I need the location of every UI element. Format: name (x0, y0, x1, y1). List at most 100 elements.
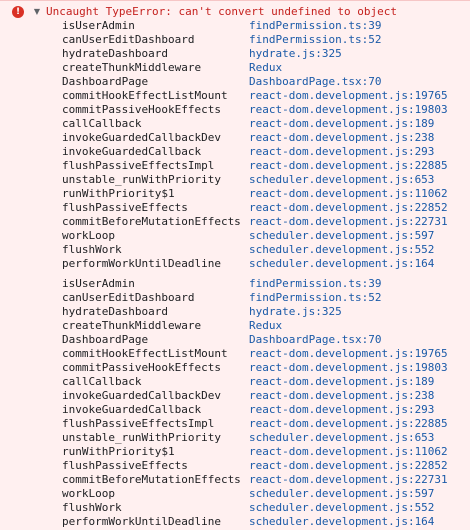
stack-frame: commitBeforeMutationEffects react-dom.dev… (0, 215, 470, 229)
stack-frame-function: unstable_runWithPriority (62, 173, 221, 186)
stack-frame-source-link[interactable]: react-dom.development.js:22852 (249, 459, 448, 473)
stack-frame: createThunkMiddleware Redux (0, 319, 470, 333)
stack-frame-function: runWithPriority$1 (62, 187, 175, 200)
stack-frame-function: invokeGuardedCallbackDev (62, 131, 221, 144)
stack-frame-source-link[interactable]: DashboardPage.tsx:70 (249, 75, 381, 89)
stack-frame: runWithPriority$1 react-dom.development.j… (0, 445, 470, 459)
expand-caret-icon[interactable]: ▼ (32, 6, 42, 18)
stack-frame-source-link[interactable]: scheduler.development.js:164 (249, 257, 434, 271)
stack-frame-source-link[interactable]: react-dom.development.js:238 (249, 131, 434, 145)
stack-frame-function: createThunkMiddleware (62, 319, 202, 332)
stack-frame: commitHookEffectListMount react-dom.devel… (0, 89, 470, 103)
stack-frame: workLoop scheduler.development.js:597 (0, 229, 470, 243)
stack-frame-source-link[interactable]: findPermission.ts:39 (249, 277, 381, 291)
stack-frame-source-link[interactable]: hydrate.js:325 (249, 47, 342, 61)
stack-frame-source-link[interactable]: hydrate.js:325 (249, 305, 342, 319)
stack-frame-function: commitBeforeMutationEffects (62, 215, 241, 228)
stack-frame-source-link[interactable]: react-dom.development.js:293 (249, 145, 434, 159)
stack-frame: flushPassiveEffects react-dom.development… (0, 201, 470, 215)
stack-frame-source-link[interactable]: react-dom.development.js:19803 (249, 361, 448, 375)
stack-frame-function: commitPassiveHookEffects (62, 361, 221, 374)
stack-frame-function: runWithPriority$1 (62, 445, 175, 458)
stack-frame: flushPassiveEffectsImpl react-dom.develop… (0, 159, 470, 173)
stack-frame-source-link[interactable]: findPermission.ts:52 (249, 33, 381, 47)
stack-frame-function: hydrateDashboard (62, 305, 168, 318)
stack-frame-source-link[interactable]: react-dom.development.js:189 (249, 375, 434, 389)
stack-frame-source-link[interactable]: findPermission.ts:39 (249, 19, 381, 33)
stack-frame: callCallback react-dom.development.js:189 (0, 375, 470, 389)
stack-frame: commitPassiveHookEffects react-dom.develo… (0, 361, 470, 375)
stack-frame: canUserEditDashboard findPermission.ts:52 (0, 291, 470, 305)
stack-frame-source-link[interactable]: react-dom.development.js:22852 (249, 201, 448, 215)
stack-frame-function: workLoop (62, 229, 115, 242)
stack-frame: invokeGuardedCallback react-dom.developme… (0, 403, 470, 417)
stack-frame: commitHookEffectListMount react-dom.devel… (0, 347, 470, 361)
stack-frame: unstable_runWithPriority scheduler.develo… (0, 173, 470, 187)
stack-frame-source-link[interactable]: react-dom.development.js:293 (249, 403, 434, 417)
stack-frame-function: flushWork (62, 501, 122, 514)
stack-frame: performWorkUntilDeadline scheduler.develo… (0, 515, 470, 529)
stack-frame: performWorkUntilDeadline scheduler.develo… (0, 257, 470, 271)
stack-frame-function: callCallback (62, 375, 142, 388)
stack-frame: unstable_runWithPriority scheduler.develo… (0, 431, 470, 445)
stack-frame-function: commitHookEffectListMount (62, 347, 228, 360)
stack-frame-source-link[interactable]: react-dom.development.js:22885 (249, 417, 448, 431)
stack-frame-source-link[interactable]: Redux (249, 319, 282, 333)
stack-trace-second: isUserAdmin findPermission.ts:39 canUserEd… (0, 277, 470, 529)
stack-frame-source-link[interactable]: scheduler.development.js:597 (249, 229, 434, 243)
stack-frame-source-link[interactable]: react-dom.development.js:19765 (249, 347, 448, 361)
stack-frame: DashboardPage DashboardPage.tsx:70 (0, 333, 470, 347)
stack-frame: isUserAdmin findPermission.ts:39 (0, 277, 470, 291)
stack-frame-function: invokeGuardedCallbackDev (62, 389, 221, 402)
stack-frame-source-link[interactable]: react-dom.development.js:11062 (249, 445, 448, 459)
stack-frame-source-link[interactable]: react-dom.development.js:22731 (249, 473, 448, 487)
stack-frame: invokeGuardedCallbackDev react-dom.develo… (0, 131, 470, 145)
stack-frame-source-link[interactable]: scheduler.development.js:653 (249, 173, 434, 187)
stack-frame: workLoop scheduler.development.js:597 (0, 487, 470, 501)
stack-frame-function: callCallback (62, 117, 142, 130)
stack-frame: invokeGuardedCallbackDev react-dom.develo… (0, 389, 470, 403)
stack-trace-first: isUserAdmin findPermission.ts:39 canUserEd… (0, 19, 470, 271)
stack-frame-source-link[interactable]: react-dom.development.js:238 (249, 389, 434, 403)
stack-frame: flushWork scheduler.development.js:552 (0, 501, 470, 515)
stack-frame-source-link[interactable]: DashboardPage.tsx:70 (249, 333, 381, 347)
stack-frame: canUserEditDashboard findPermission.ts:52 (0, 33, 470, 47)
stack-frame: commitPassiveHookEffects react-dom.develo… (0, 103, 470, 117)
stack-frame-function: invokeGuardedCallback (62, 403, 202, 416)
stack-frame-function: flushPassiveEffects (62, 459, 188, 472)
stack-frame-source-link[interactable]: react-dom.development.js:19765 (249, 89, 448, 103)
stack-frame-source-link[interactable]: scheduler.development.js:552 (249, 243, 434, 257)
stack-frame-source-link[interactable]: react-dom.development.js:22885 (249, 159, 448, 173)
stack-frame-function: invokeGuardedCallback (62, 145, 202, 158)
stack-frame-source-link[interactable]: react-dom.development.js:11062 (249, 187, 448, 201)
stack-frame-function: isUserAdmin (62, 19, 135, 32)
stack-frame: runWithPriority$1 react-dom.development.j… (0, 187, 470, 201)
stack-frame-function: DashboardPage (62, 333, 149, 346)
stack-frame-function: performWorkUntilDeadline (62, 515, 221, 528)
stack-frame-source-link[interactable]: scheduler.development.js:164 (249, 515, 434, 529)
error-message[interactable]: Uncaught TypeError: can't convert undefi… (46, 5, 397, 19)
stack-frame-source-link[interactable]: react-dom.development.js:189 (249, 117, 434, 131)
stack-frame-source-link[interactable]: react-dom.development.js:19803 (249, 103, 448, 117)
stack-frame-function: workLoop (62, 487, 115, 500)
stack-frame-source-link[interactable]: findPermission.ts:52 (249, 291, 381, 305)
stack-frame-source-link[interactable]: scheduler.development.js:653 (249, 431, 434, 445)
stack-frame-function: hydrateDashboard (62, 47, 168, 60)
stack-frame-source-link[interactable]: react-dom.development.js:22731 (249, 215, 448, 229)
stack-frame: DashboardPage DashboardPage.tsx:70 (0, 75, 470, 89)
stack-frame-source-link[interactable]: Redux (249, 61, 282, 75)
stack-frame-function: canUserEditDashboard (62, 33, 195, 46)
stack-frame: hydrateDashboard hydrate.js:325 (0, 305, 470, 319)
stack-frame-function: canUserEditDashboard (62, 291, 195, 304)
console-error-entry: ! ▼ Uncaught TypeError: can't convert un… (0, 0, 470, 530)
error-header[interactable]: ! ▼ Uncaught TypeError: can't convert un… (0, 4, 470, 20)
stack-frame-source-link[interactable]: scheduler.development.js:552 (249, 501, 434, 515)
stack-frame-function: flushPassiveEffects (62, 201, 188, 214)
stack-frame: flushPassiveEffectsImpl react-dom.develop… (0, 417, 470, 431)
stack-frame-function: isUserAdmin (62, 277, 135, 290)
error-circle-icon: ! (12, 6, 24, 18)
stack-frame-source-link[interactable]: scheduler.development.js:597 (249, 487, 434, 501)
stack-frame: isUserAdmin findPermission.ts:39 (0, 19, 470, 33)
stack-frame-function: flushPassiveEffectsImpl (62, 417, 215, 430)
stack-frame-function: commitPassiveHookEffects (62, 103, 221, 116)
